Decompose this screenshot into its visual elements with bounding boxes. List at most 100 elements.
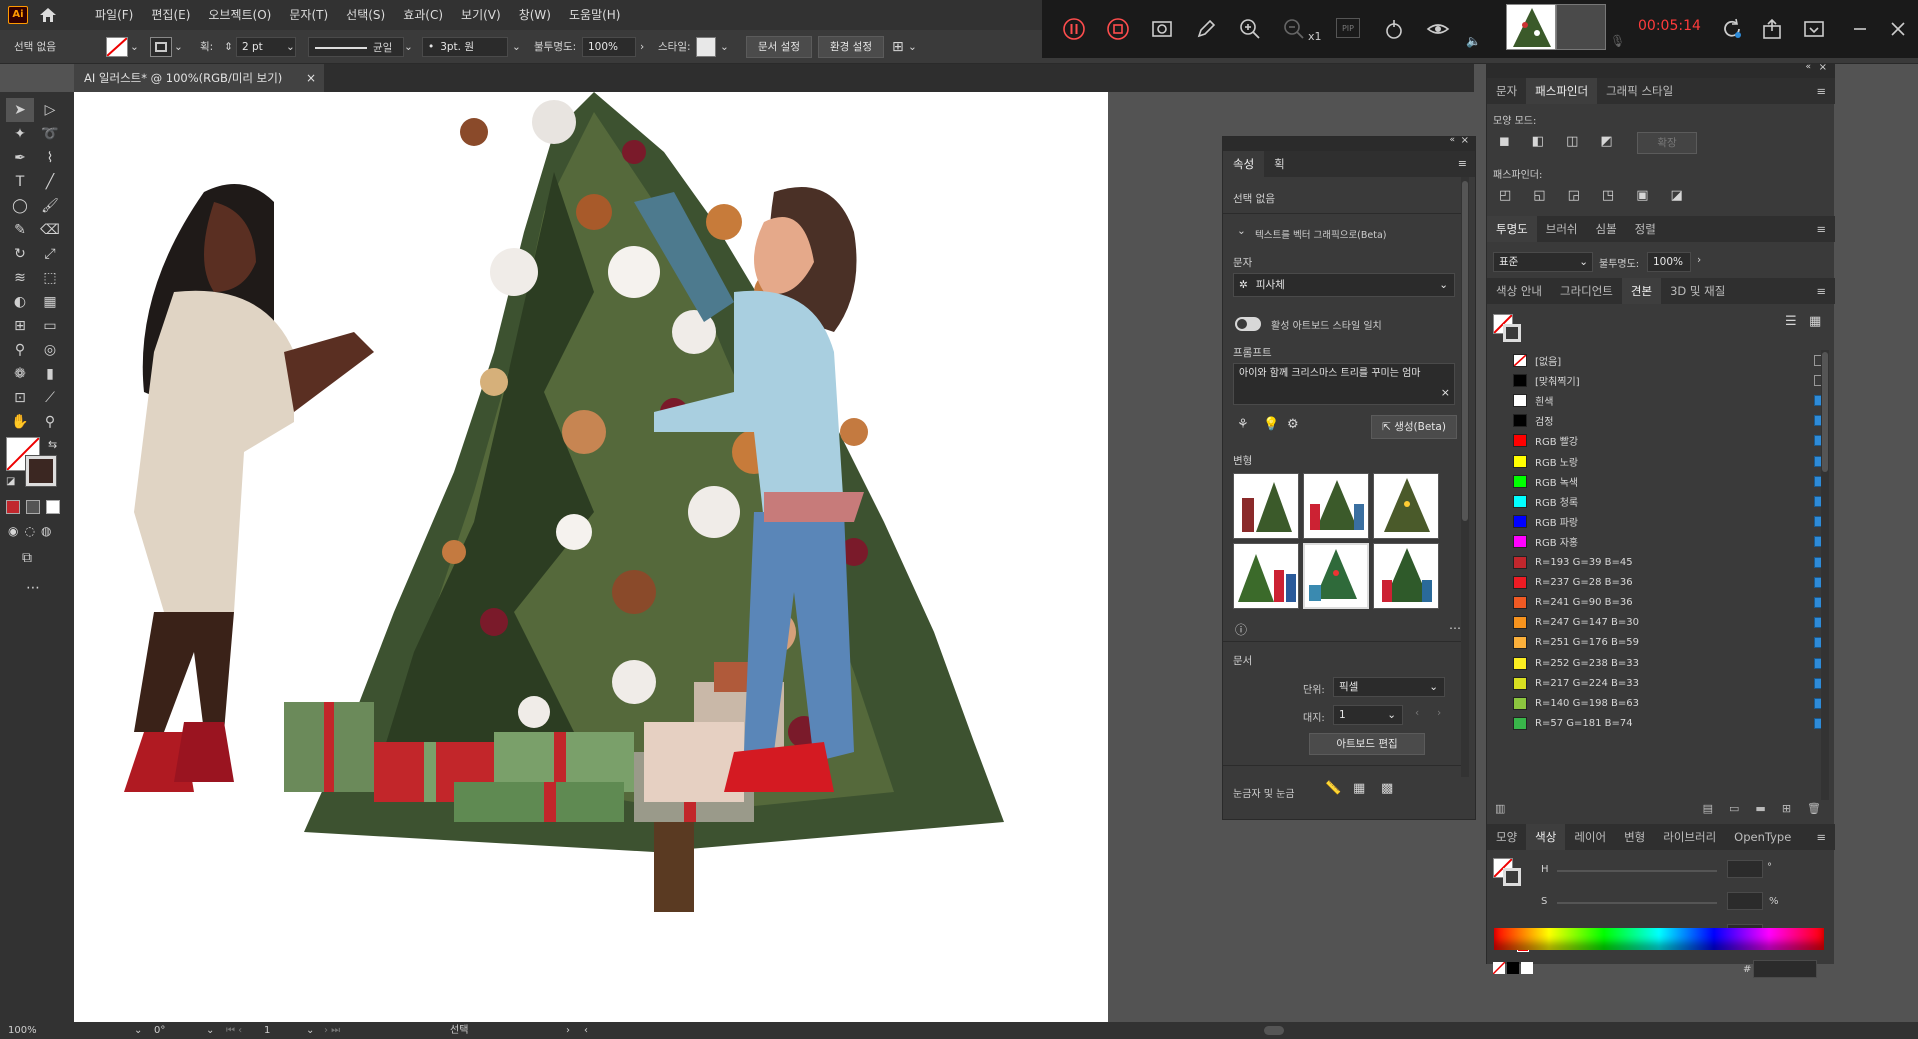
info-icon[interactable]: ⓘ [1235, 621, 1247, 638]
outline-icon[interactable]: ▣ [1636, 188, 1648, 203]
tab-character[interactable]: 문자 [1487, 78, 1526, 104]
arrange-icon[interactable]: ⊞ [892, 37, 904, 57]
document-tab[interactable]: AI 일러스트* @ 100%(RGB/미리 보기) × [74, 64, 324, 92]
zoom-out-icon[interactable] [1280, 15, 1308, 43]
tab-stroke[interactable]: 획 [1264, 151, 1295, 177]
swatch-row[interactable]: RGB 빨강 [1513, 431, 1825, 451]
white-chip[interactable] [1521, 962, 1533, 974]
clear-prompt-icon[interactable]: × [1441, 386, 1450, 400]
tab-swatches[interactable]: 견본 [1621, 278, 1662, 304]
stroke-swatch[interactable] [150, 37, 172, 57]
exclude-icon[interactable]: ◩ [1600, 134, 1612, 149]
stop-icon[interactable] [1104, 15, 1132, 43]
free-transform-tool-icon[interactable]: ⬚ [36, 266, 64, 290]
panel-menu-icon[interactable]: ≡ [1807, 78, 1835, 104]
line-tool-icon[interactable]: ╱ [36, 170, 64, 194]
swatch-row[interactable]: R=237 G=28 B=36 [1513, 572, 1825, 592]
chevron-down-icon[interactable]: ⌄ [134, 1022, 142, 1039]
style-picker-icon[interactable]: ⚘ [1237, 417, 1249, 432]
divide-icon[interactable]: ◰ [1499, 188, 1511, 203]
artboard-canvas[interactable] [74, 92, 1108, 1022]
hue-slider[interactable] [1557, 870, 1717, 872]
pencil-icon[interactable] [1192, 15, 1220, 43]
prompt-input[interactable]: 아이와 함께 크리스마스 트리를 꾸미는 엄마 × [1233, 363, 1455, 405]
text-to-vector-title[interactable]: 텍스트를 벡터 그래픽으로(Beta) [1255, 227, 1387, 241]
variation-thumbnail-selected[interactable] [1303, 543, 1369, 609]
chevron-right-icon[interactable]: › [1697, 254, 1701, 266]
scale-tool-icon[interactable]: ⤢ [36, 242, 64, 266]
tab-color[interactable]: 색상 [1526, 824, 1566, 850]
screen-mode-icon[interactable]: ⧉ [22, 550, 32, 566]
mesh-tool-icon[interactable]: ⊞ [6, 314, 34, 338]
panel-scrollbar[interactable] [1461, 177, 1469, 777]
stroke-color-box[interactable] [25, 455, 57, 487]
variation-thumbnail[interactable] [1373, 473, 1439, 539]
variation-thumbnail[interactable] [1233, 473, 1299, 539]
saturation-field[interactable] [1727, 892, 1763, 910]
tab-layers[interactable]: 레이어 [1565, 824, 1615, 850]
chevron-down-icon[interactable]: ⌄ [720, 37, 729, 57]
home-icon[interactable] [38, 5, 58, 25]
paintbrush-tool-icon[interactable]: 🖌 [36, 194, 64, 218]
cursor-effect-icon[interactable] [1380, 15, 1408, 43]
lasso-tool-icon[interactable]: ➰ [36, 122, 64, 146]
swatch-stroke-box[interactable] [1503, 324, 1521, 342]
screenshot-icon[interactable] [1148, 15, 1176, 43]
menu-view[interactable]: 보기(V) [452, 0, 510, 30]
swatch-row[interactable]: [없음] [1513, 350, 1825, 370]
tab-color-guide[interactable]: 색상 안내 [1487, 278, 1551, 304]
opacity-label[interactable]: 불투명도: [534, 37, 576, 57]
slice-tool-icon[interactable]: ⟋ [36, 386, 64, 410]
draw-behind-icon[interactable]: ◌ [24, 524, 34, 538]
tab-3d-materials[interactable]: 3D 및 재질 [1661, 278, 1734, 304]
chevron-down-icon[interactable]: ⌄ [130, 37, 139, 57]
chevron-down-icon[interactable]: ⌄ [306, 1022, 314, 1039]
swatch-row[interactable]: R=247 G=147 B=30 [1513, 613, 1825, 633]
hex-field[interactable] [1753, 960, 1817, 978]
merge-icon[interactable]: ◲ [1568, 188, 1580, 203]
chevron-left-icon[interactable]: ‹ [584, 1022, 588, 1039]
swatch-row[interactable]: RGB 파랑 [1513, 512, 1825, 532]
zoom-in-icon[interactable] [1236, 15, 1264, 43]
tab-libraries[interactable]: 라이브러리 [1654, 824, 1725, 850]
artboard-tool-icon[interactable]: ⊡ [6, 386, 34, 410]
tab-graphic-styles[interactable]: 그래픽 스타일 [1597, 78, 1682, 104]
blend-mode-select[interactable]: 표준 ⌄ [1493, 252, 1593, 272]
new-folder-icon[interactable]: ▬ [1755, 802, 1765, 822]
match-style-toggle[interactable] [1235, 317, 1261, 331]
thumbnail-view-icon[interactable]: ▦ [1809, 314, 1821, 329]
menu-help[interactable]: 도움말(H) [560, 0, 630, 30]
gradient-tool-icon[interactable]: ▭ [36, 314, 64, 338]
opacity-field[interactable]: 100% [582, 37, 636, 57]
subject-select[interactable]: ✲ 피사체 ⌄ [1233, 273, 1455, 297]
tab-opentype[interactable]: OpenType [1725, 824, 1800, 850]
close-icon[interactable] [1884, 15, 1912, 43]
chevron-down-icon[interactable]: ⌄ [512, 37, 521, 57]
color-mode-icon[interactable] [6, 500, 20, 514]
chevron-down-icon[interactable]: ⌄ [908, 37, 917, 57]
swatch-row[interactable]: R=217 G=224 B=33 [1513, 673, 1825, 693]
none-chip[interactable] [1492, 961, 1506, 975]
preferences-button[interactable]: 환경 설정 [818, 36, 884, 58]
minimize-icon[interactable] [1846, 15, 1874, 43]
swatch-scrollbar[interactable] [1821, 350, 1829, 800]
units-select[interactable]: 픽셀 ⌄ [1333, 677, 1445, 697]
ruler-icon[interactable]: 📏 [1325, 781, 1341, 796]
horizontal-scrollbar-thumb[interactable] [1264, 1026, 1284, 1035]
blend-tool-icon[interactable]: ◎ [36, 338, 64, 362]
close-panel-icon[interactable]: × [1461, 135, 1469, 146]
type-tool-icon[interactable]: T [6, 170, 34, 194]
speaker-icon[interactable]: 🔈 [1466, 34, 1481, 48]
shape-builder-tool-icon[interactable]: ◐ [6, 290, 34, 314]
artboard-next-icon[interactable]: › [1437, 707, 1441, 719]
graphic-style-swatch[interactable] [696, 37, 716, 57]
variation-thumbnail[interactable] [1373, 543, 1439, 609]
tab-transform[interactable]: 변형 [1615, 824, 1654, 850]
edit-artboard-button[interactable]: 아트보드 편집 [1309, 733, 1425, 755]
menu-object[interactable]: 오브젝트(O) [199, 0, 280, 30]
rotate-tool-icon[interactable]: ↻ [6, 242, 34, 266]
panel-menu-icon[interactable]: ≡ [1807, 278, 1835, 304]
swatch-row[interactable]: RGB 청록 [1513, 491, 1825, 511]
minus-front-icon[interactable]: ◧ [1532, 134, 1544, 149]
panel-menu-icon[interactable]: ≡ [1807, 824, 1835, 850]
